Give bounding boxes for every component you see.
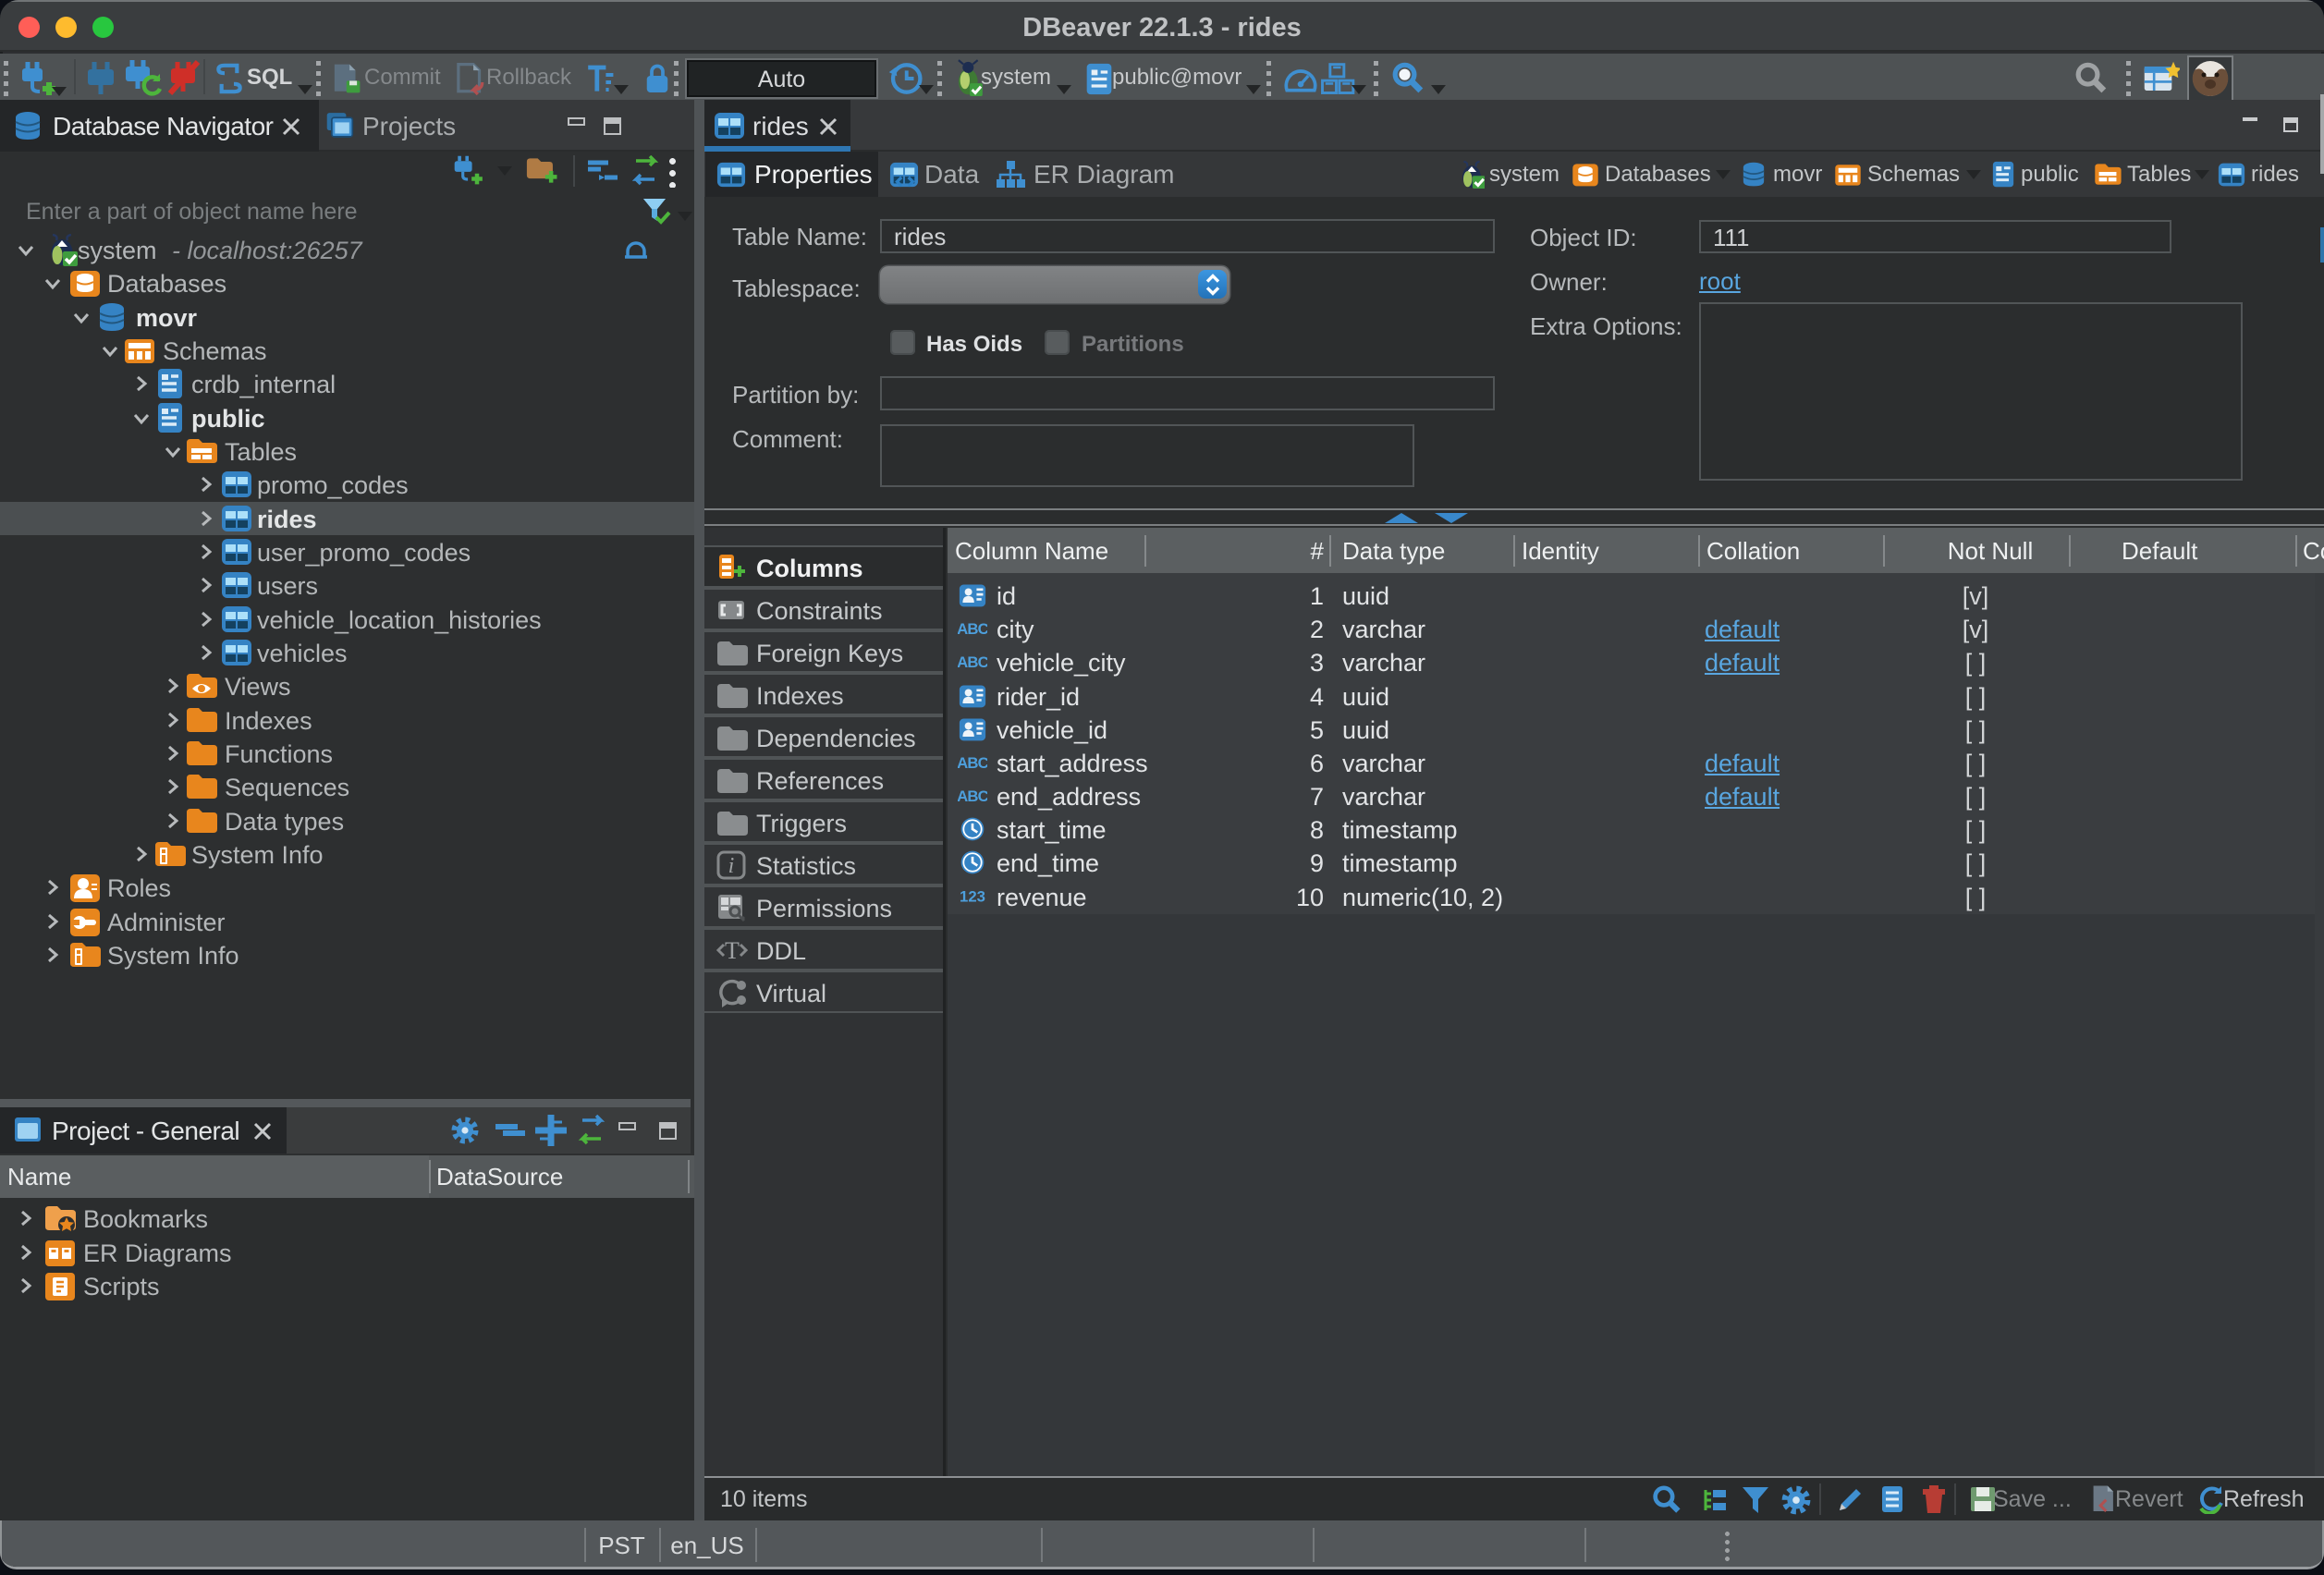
- svg-text:i: i: [728, 854, 735, 878]
- svg-text:T: T: [725, 937, 740, 964]
